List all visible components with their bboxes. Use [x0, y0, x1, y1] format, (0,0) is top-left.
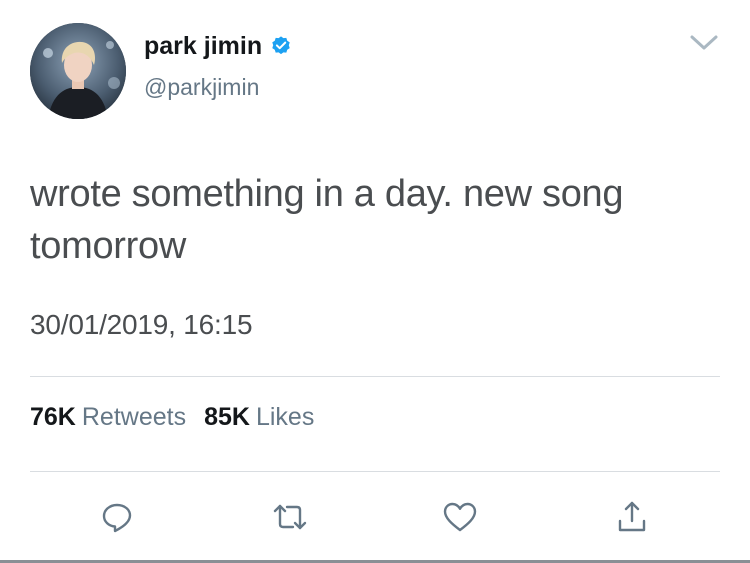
avatar[interactable] [30, 23, 126, 119]
retweets-label: Retweets [81, 403, 187, 431]
tweet-card: park jimin @parkjimin wrote something in… [0, 0, 750, 563]
share-icon [618, 501, 646, 532]
chevron-down-icon[interactable] [688, 31, 720, 55]
divider [30, 471, 720, 472]
reply-icon [102, 503, 132, 533]
tweet-timestamp[interactable]: 30/01/2019, 16:15 [30, 308, 253, 342]
reply-button[interactable] [95, 495, 139, 539]
retweets-count: 76K [30, 403, 76, 431]
like-icon [443, 502, 477, 532]
tweet-header: park jimin @parkjimin [30, 23, 720, 123]
share-button[interactable] [610, 495, 654, 539]
like-button[interactable] [438, 495, 482, 539]
likes-count: 85K [204, 403, 250, 431]
retweet-button[interactable] [268, 495, 312, 539]
name-row: park jimin [144, 31, 292, 61]
likes-stat[interactable]: 85K Likes [204, 401, 314, 433]
tweet-stats: 76K Retweets 85K Likes [30, 401, 314, 433]
user-handle[interactable]: @parkjimin [144, 73, 259, 101]
avatar-image [30, 23, 126, 119]
retweets-stat[interactable]: 76K Retweets [30, 401, 186, 433]
retweet-icon [273, 504, 307, 530]
verified-badge-icon [270, 35, 292, 57]
display-name[interactable]: park jimin [144, 31, 262, 61]
likes-label: Likes [255, 403, 315, 431]
tweet-text: wrote something in a day. new song tomor… [30, 173, 624, 267]
tweet-actions [0, 495, 750, 539]
divider [30, 376, 720, 377]
